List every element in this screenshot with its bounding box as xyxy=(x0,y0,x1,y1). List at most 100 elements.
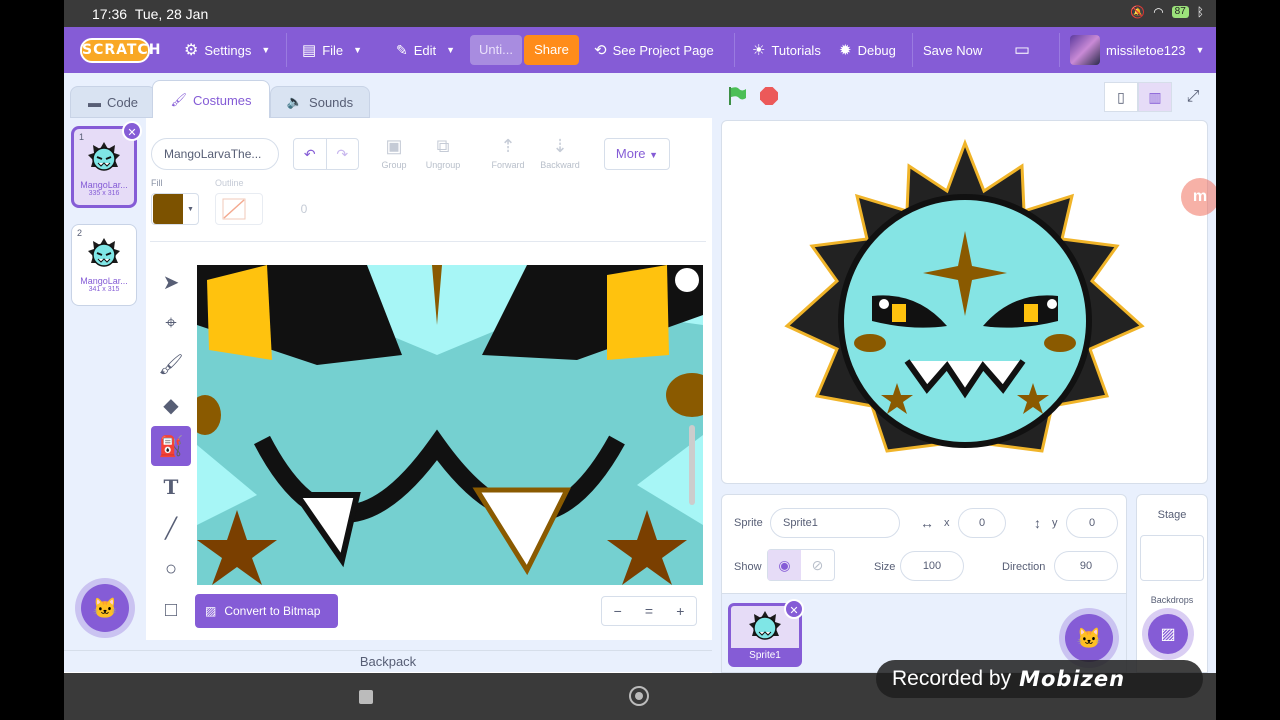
account-menu[interactable]: missiletoe123 ▼ xyxy=(1070,27,1204,73)
project-title-input[interactable]: Unti... xyxy=(470,35,522,65)
chevron-down-icon: ▼ xyxy=(353,45,363,55)
costume-thumbnail xyxy=(88,142,120,171)
fill-color-swatch xyxy=(153,194,183,224)
choose-costume-button[interactable]: 🐱 xyxy=(81,584,129,632)
zoom-reset-button[interactable]: = xyxy=(633,597,664,625)
large-stage-button[interactable]: ▥ xyxy=(1138,82,1172,112)
costume-thumbnail xyxy=(88,238,120,267)
menu-divider xyxy=(286,33,287,67)
lightbulb-icon: ☀ xyxy=(752,42,766,59)
ungroup-button[interactable]: ⧉ Ungroup xyxy=(413,136,473,170)
recents-button[interactable] xyxy=(359,690,373,704)
scratch-logo[interactable]: SCRATCH xyxy=(80,38,160,63)
forward-label: Forward xyxy=(491,160,525,170)
status-icons: 🔕 ◠ 87 ᛒ xyxy=(1130,5,1204,19)
tab-sounds[interactable]: 🔈 Sounds xyxy=(270,86,370,118)
more-button[interactable]: More ▼ xyxy=(604,138,670,170)
cursor-icon: ➤ xyxy=(162,271,180,294)
stop-icon[interactable] xyxy=(760,87,778,105)
tab-costumes[interactable]: 🖌 Costumes xyxy=(152,80,270,120)
costume-name: MangoLar... xyxy=(80,180,128,190)
sprite-name-input[interactable]: Sprite1 xyxy=(770,508,900,538)
settings-menu[interactable]: ⚙ Settings ▼ xyxy=(184,27,270,73)
choose-backdrop-button[interactable]: ▨ xyxy=(1148,614,1188,654)
toolbar-divider xyxy=(150,241,706,242)
rectangle-icon: □ xyxy=(164,598,178,621)
save-now-button[interactable]: Save Now xyxy=(923,27,982,73)
paint-toolbox: ➤ ⌖ 🖌 ◆ ⛽ T ╱ ○ □ xyxy=(151,262,191,631)
code-icon: ▬ xyxy=(87,94,101,110)
costume-item-2[interactable]: 2 MangoLar... 341 x 315 xyxy=(71,224,137,306)
delete-costume-button[interactable]: ✕ xyxy=(122,121,142,141)
image-add-icon: ▨ xyxy=(1160,626,1176,643)
tab-code-label: Code xyxy=(106,94,139,110)
chevron-down-icon: ▼ xyxy=(649,150,659,160)
backpack-bar[interactable]: Backpack xyxy=(64,650,712,672)
convert-label: Convert to Bitmap xyxy=(224,604,321,618)
tutorials-label: Tutorials xyxy=(771,42,821,58)
costume-size: 335 x 316 xyxy=(88,190,120,197)
costume-item-1[interactable]: 1 MangoLar... 335 x 316 ✕ xyxy=(71,121,142,208)
y-input[interactable]: 0 xyxy=(1066,508,1118,538)
tutorials-button[interactable]: ☀ Tutorials xyxy=(752,27,821,73)
eye-off-icon[interactable]: ⊘ xyxy=(801,550,834,580)
menu-bar: SCRATCH ⚙ Settings ▼ ▤ File ▼ ✎ Edit ▼ U… xyxy=(64,27,1216,73)
convert-to-bitmap-button[interactable]: ▨ Convert to Bitmap xyxy=(195,594,338,628)
x-input[interactable]: 0 xyxy=(958,508,1006,538)
direction-label: Direction xyxy=(1002,561,1046,573)
brush-tool[interactable]: 🖌 xyxy=(151,344,191,384)
costume-name-input[interactable]: MangoLarvaThe... xyxy=(151,138,279,170)
size-input[interactable]: 100 xyxy=(900,551,964,581)
mobizen-badge[interactable]: m xyxy=(1181,178,1216,216)
sprite-label: Sprite xyxy=(734,517,763,529)
stage-canvas[interactable] xyxy=(721,120,1208,484)
rectangle-tool[interactable]: □ xyxy=(151,590,191,630)
debug-label: Debug xyxy=(857,42,896,58)
my-stuff-button[interactable]: ▭ xyxy=(1014,27,1030,73)
redo-icon[interactable]: ↷ xyxy=(325,139,359,169)
delete-sprite-button[interactable]: ✕ xyxy=(784,599,804,619)
eraser-tool[interactable]: ◆ xyxy=(151,385,191,425)
battery-icon: 87 xyxy=(1171,6,1189,18)
choose-sprite-button[interactable]: 🐱 xyxy=(1065,614,1113,662)
eye-icon[interactable]: ◉ xyxy=(768,550,801,580)
fill-tool[interactable]: ⛽ xyxy=(151,426,191,466)
ungroup-icon: ⧉ xyxy=(436,136,450,156)
small-stage-button[interactable]: ▯ xyxy=(1104,82,1138,112)
reshape-icon: ⌖ xyxy=(165,311,177,334)
costume-list: 1 MangoLar... 335 x 316 ✕ 2 MangoLar... … xyxy=(64,118,146,640)
see-project-page-button[interactable]: ⟲ See Project Page xyxy=(594,27,714,73)
zoom-in-button[interactable]: + xyxy=(665,597,696,625)
text-tool[interactable]: T xyxy=(151,467,191,507)
select-tool[interactable]: ➤ xyxy=(151,262,191,302)
circle-tool[interactable]: ○ xyxy=(151,549,191,589)
edit-menu[interactable]: ✎ Edit ▼ xyxy=(396,27,455,73)
tab-code[interactable]: ▬ Code xyxy=(70,86,156,118)
fill-color-picker[interactable]: ▼ xyxy=(151,193,199,225)
status-date: Tue, 28 Jan xyxy=(134,5,209,22)
file-menu[interactable]: ▤ File ▼ xyxy=(302,27,362,73)
fill-label: Fill xyxy=(151,178,163,188)
outline-label: Outline xyxy=(215,178,244,188)
size-label: Size xyxy=(874,561,896,573)
undo-icon[interactable]: ↶ xyxy=(294,139,326,169)
y-label: y xyxy=(1052,517,1058,529)
paint-canvas[interactable] xyxy=(197,265,703,585)
outline-color-picker[interactable] xyxy=(215,193,263,225)
forward-button[interactable]: ⇡ Forward xyxy=(478,136,538,170)
debug-button[interactable]: ✹ Debug xyxy=(839,27,896,73)
home-button[interactable] xyxy=(629,686,649,706)
horizontal-arrows-icon: ↔ xyxy=(920,515,934,531)
backward-button[interactable]: ⇣ Backward xyxy=(530,136,590,170)
line-tool[interactable]: ╱ xyxy=(151,508,191,548)
stage-title: Stage xyxy=(1157,509,1187,521)
menu-divider xyxy=(912,33,913,67)
green-flag-icon[interactable] xyxy=(727,86,747,106)
share-button[interactable]: Share xyxy=(524,35,579,65)
undo-redo-group: ↶ ↷ xyxy=(293,138,359,170)
direction-input[interactable]: 90 xyxy=(1054,551,1118,581)
fullscreen-icon[interactable]: ⤢ xyxy=(1178,82,1208,112)
reshape-tool[interactable]: ⌖ xyxy=(151,303,191,343)
zoom-out-button[interactable]: − xyxy=(602,597,633,625)
outline-width-input[interactable]: 0 xyxy=(276,193,332,225)
